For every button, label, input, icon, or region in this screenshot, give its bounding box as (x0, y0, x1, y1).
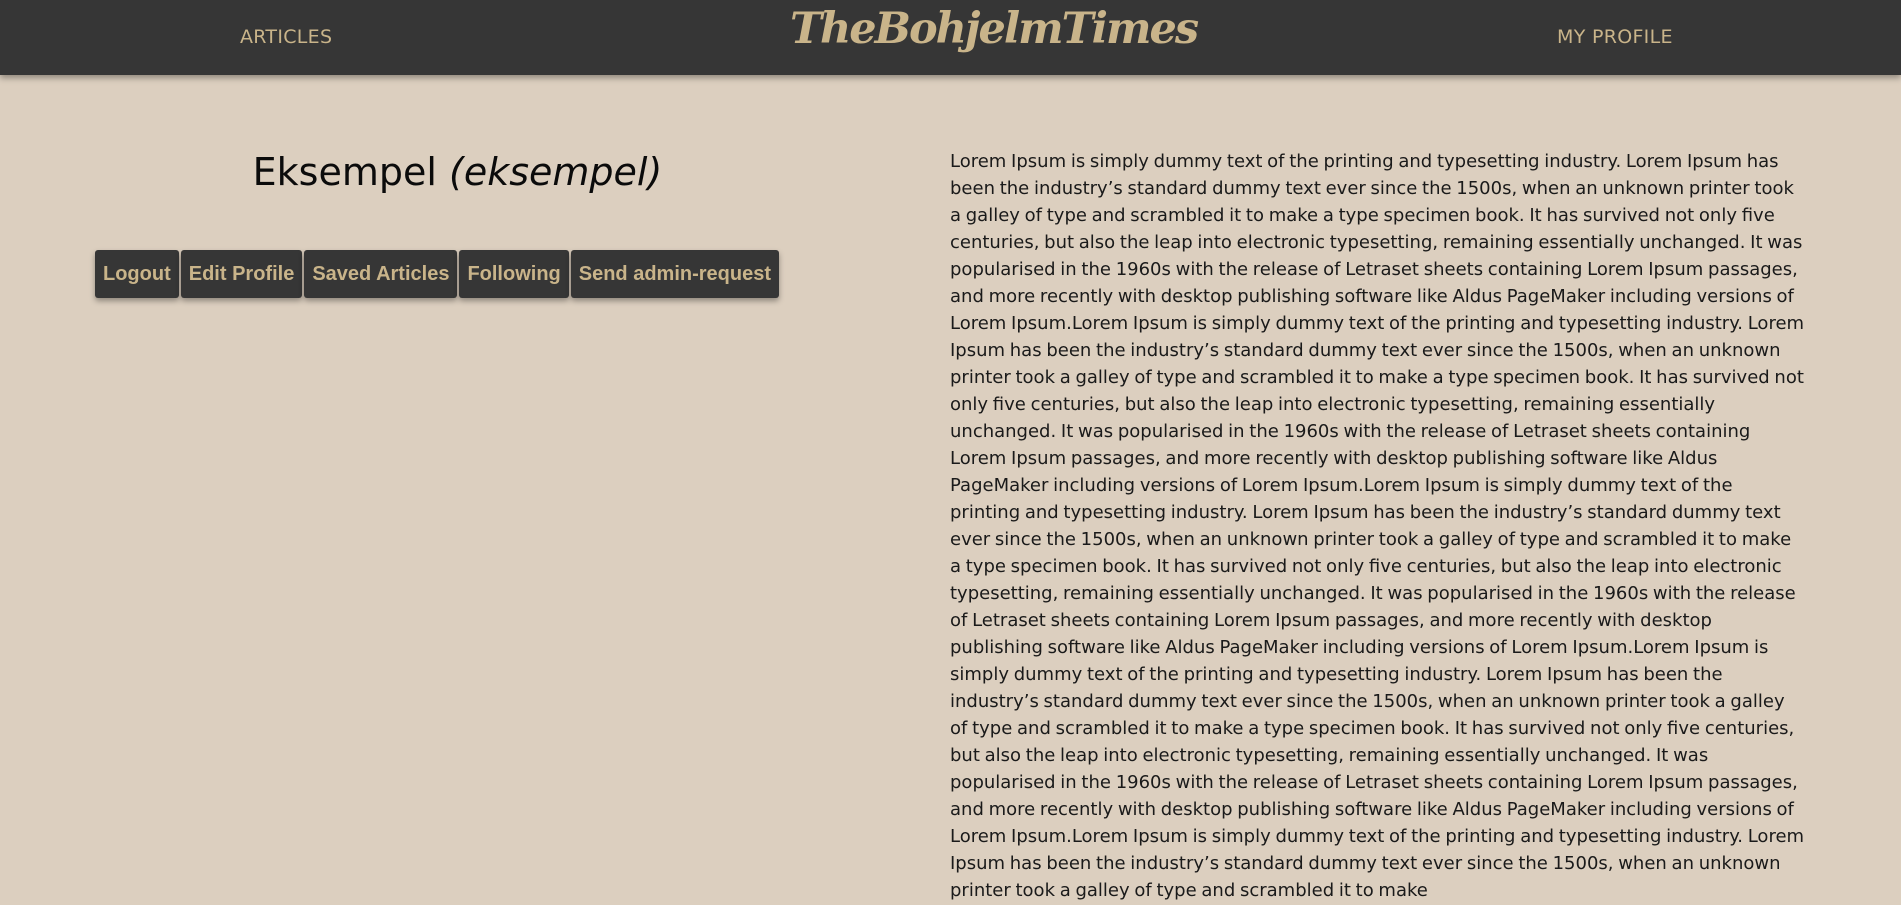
edit-profile-button[interactable]: Edit Profile (180, 250, 303, 298)
profile-panel: Eksempel (eksempel) Logout Edit Profile … (95, 150, 780, 298)
nav-my-profile-link[interactable]: MY PROFILE (1557, 26, 1673, 48)
nav-articles-link[interactable]: ARTICLES (240, 26, 332, 48)
following-button[interactable]: Following (459, 250, 569, 298)
saved-articles-button[interactable]: Saved Articles (304, 250, 458, 298)
profile-display-name: Eksempel (252, 150, 437, 194)
profile-heading: Eksempel (eksempel) (95, 150, 780, 194)
profile-bio-text: Lorem Ipsum is simply dummy text of the … (950, 151, 1805, 901)
logout-button[interactable]: Logout (95, 250, 179, 298)
top-navbar: ARTICLES TheBohjelmTimes MY PROFILE (0, 0, 1901, 75)
profile-actions: Logout Edit Profile Saved Articles Follo… (95, 250, 780, 298)
send-admin-request-button[interactable]: Send admin-request (570, 250, 780, 298)
site-logo[interactable]: TheBohjelmTimes (790, 4, 1199, 54)
profile-username: (eksempel) (449, 150, 663, 194)
